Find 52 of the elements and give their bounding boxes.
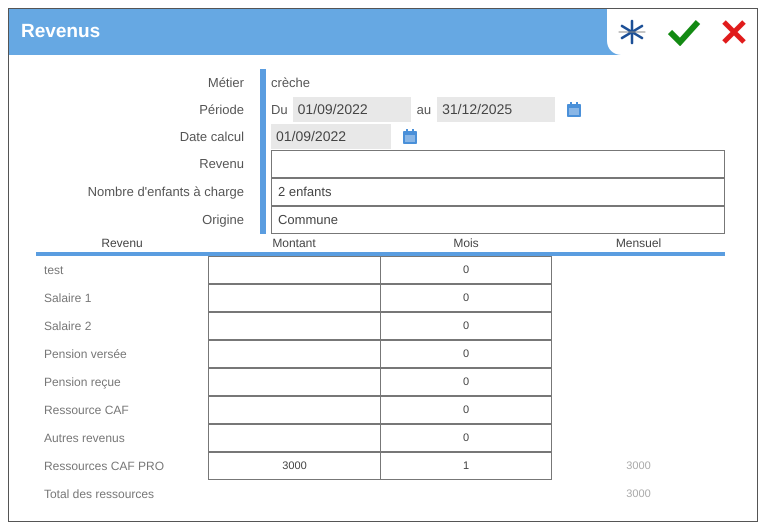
date-field[interactable]: 31/12/2025 (437, 97, 556, 122)
field-label: Métier (208, 74, 244, 92)
to-label: au (416, 100, 432, 119)
field-value: crèche (271, 74, 310, 92)
field-label: Revenu (199, 155, 244, 174)
window-title: Revenus (21, 20, 100, 44)
snowflake-icon[interactable] (617, 19, 647, 45)
calendar-icon[interactable] (567, 102, 582, 117)
input-field[interactable] (271, 150, 725, 178)
monthly-value: 3000 (626, 458, 651, 474)
months-field[interactable]: 0 (380, 396, 552, 424)
amount-field[interactable] (208, 368, 381, 396)
input-field[interactable]: Commune (271, 206, 725, 234)
date-field[interactable]: 01/09/2022 (271, 124, 391, 149)
column-header: Montant (272, 235, 316, 252)
calendar-icon[interactable] (403, 129, 417, 144)
row-label: Pension versée (44, 346, 127, 363)
date-field[interactable]: 01/09/2022 (292, 97, 411, 122)
amount-field[interactable] (208, 340, 381, 368)
amount-field[interactable] (208, 284, 381, 312)
amount-field[interactable]: 3000 (208, 452, 381, 480)
field-label: Nombre d'enfants à charge (88, 183, 244, 202)
monthly-value: 3000 (626, 486, 651, 502)
field-label: Origine (202, 211, 244, 230)
input-field[interactable]: 2 enfants (271, 178, 725, 206)
amount-field[interactable] (208, 312, 381, 340)
field-label: Période (199, 100, 244, 119)
from-label: Du (271, 100, 288, 119)
row-label: Pension reçue (44, 374, 121, 391)
column-header: Mensuel (616, 235, 662, 252)
months-field[interactable]: 1 (380, 452, 552, 480)
checkmark-icon[interactable] (667, 18, 701, 46)
months-field[interactable]: 0 (380, 340, 552, 368)
row-label: Salaire 2 (44, 318, 92, 335)
months-field[interactable]: 0 (380, 424, 552, 452)
column-header: Revenu (101, 235, 143, 252)
months-field[interactable]: 0 (380, 368, 552, 396)
amount-field[interactable] (208, 424, 381, 452)
row-label: Ressource CAF (44, 402, 129, 419)
months-field[interactable]: 0 (380, 284, 552, 312)
amount-field[interactable] (208, 256, 381, 284)
row-label: Autres revenus (44, 430, 125, 447)
amount-field[interactable] (208, 396, 381, 424)
close-icon[interactable] (721, 19, 747, 45)
months-field[interactable]: 0 (380, 256, 552, 284)
months-field[interactable]: 0 (380, 312, 552, 340)
column-header: Mois (453, 235, 479, 252)
field-label: Date calcul (180, 128, 244, 146)
row-label: Ressources CAF PRO (44, 458, 164, 475)
row-label: test (44, 262, 64, 279)
row-label: Salaire 1 (44, 290, 92, 307)
row-label: Total des ressources (44, 486, 154, 503)
